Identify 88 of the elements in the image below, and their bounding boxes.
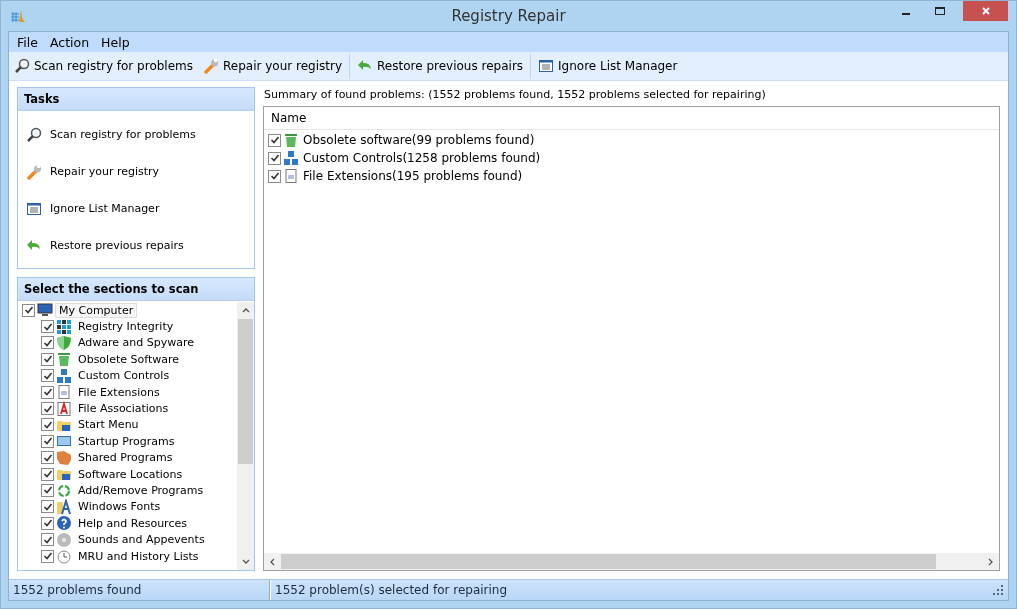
column-header[interactable]: Name bbox=[264, 107, 478, 129]
panel-header: Tasks bbox=[18, 88, 254, 111]
tree-item[interactable]: Custom Controls bbox=[74, 368, 174, 384]
status-text: 1552 problems found bbox=[9, 580, 270, 600]
tree-item[interactable]: Software Locations bbox=[74, 466, 187, 482]
maximize-icon bbox=[935, 6, 945, 16]
menu-item[interactable]: File bbox=[11, 34, 44, 50]
tree-item[interactable]: My Computer bbox=[55, 302, 138, 318]
checkbox[interactable] bbox=[41, 369, 54, 383]
tree-item[interactable]: Obsolete Software bbox=[74, 351, 183, 367]
checkbox[interactable] bbox=[41, 467, 54, 481]
checkbox[interactable] bbox=[41, 484, 54, 497]
close-icon bbox=[980, 6, 991, 16]
tree-item[interactable]: Sounds and Appevents bbox=[74, 532, 209, 548]
list-icon bbox=[538, 58, 555, 74]
panel-header: Select the sections to scan bbox=[18, 278, 254, 301]
help-icon bbox=[56, 515, 72, 532]
menu-item[interactable]: Help bbox=[95, 34, 136, 50]
magnifier-icon bbox=[26, 126, 42, 143]
tree-item[interactable]: Windows Fonts bbox=[74, 499, 165, 515]
checkbox[interactable] bbox=[41, 500, 54, 514]
toolbar-button[interactable]: Ignore List Manager bbox=[533, 53, 683, 79]
status-text: 1552 problem(s) selected for repairing bbox=[270, 580, 988, 600]
tiles-icon bbox=[56, 318, 72, 335]
list-icon bbox=[26, 200, 42, 217]
tree-item[interactable]: Startup Programs bbox=[74, 433, 179, 449]
letter-document-icon bbox=[56, 400, 72, 417]
tree-item[interactable]: Add/Remove Programs bbox=[74, 483, 208, 498]
tree-item[interactable]: MRU and History Lists bbox=[74, 548, 203, 564]
magnifier-icon bbox=[14, 58, 30, 74]
trash-can-icon bbox=[56, 351, 72, 368]
checkbox[interactable] bbox=[41, 434, 54, 448]
task-link[interactable]: Repair your registry bbox=[26, 153, 246, 190]
checkbox[interactable] bbox=[268, 133, 281, 147]
checkbox[interactable] bbox=[41, 336, 54, 350]
blocks-icon bbox=[283, 150, 299, 166]
recycle-icon bbox=[56, 482, 72, 499]
document-icon bbox=[283, 168, 299, 184]
tree-item[interactable]: Shared Programs bbox=[74, 450, 177, 466]
disc-icon bbox=[56, 531, 72, 548]
shield-icon bbox=[56, 334, 72, 351]
checkbox[interactable] bbox=[22, 303, 35, 317]
window-title: Registry Repair bbox=[451, 7, 566, 25]
problem-item[interactable]: Obsolete software(99 problems found) bbox=[301, 133, 535, 147]
checkbox[interactable] bbox=[41, 320, 54, 334]
toolbar-button[interactable]: Scan registry for problems bbox=[9, 53, 199, 79]
wrench-icon bbox=[203, 58, 220, 74]
tree-item[interactable]: File Associations bbox=[74, 401, 173, 417]
scroll-left-icon[interactable] bbox=[270, 557, 275, 566]
task-link[interactable]: Scan registry for problems bbox=[26, 116, 246, 153]
minimize-icon bbox=[902, 13, 910, 15]
horizontal-scrollbar[interactable] bbox=[264, 553, 999, 570]
task-link[interactable]: Ignore List Manager bbox=[26, 190, 246, 227]
scroll-down-icon[interactable] bbox=[241, 559, 250, 564]
task-link[interactable]: Restore previous repairs bbox=[26, 227, 246, 264]
checkbox[interactable] bbox=[268, 169, 281, 183]
checkbox[interactable] bbox=[41, 385, 54, 399]
checkbox[interactable] bbox=[41, 451, 54, 465]
toolbar-button[interactable]: Repair your registry bbox=[198, 53, 348, 79]
checkbox[interactable] bbox=[41, 516, 54, 530]
close-button[interactable] bbox=[963, 1, 1008, 21]
checkbox[interactable] bbox=[41, 352, 54, 366]
resize-grip-icon[interactable] bbox=[992, 584, 1004, 596]
checkbox[interactable] bbox=[268, 151, 281, 165]
checkbox[interactable] bbox=[41, 418, 54, 432]
summary-text: Summary of found problems: (1552 problems found, 1552 problems selected for repairing) bbox=[263, 87, 767, 103]
scroll-right-icon[interactable] bbox=[988, 557, 993, 566]
tree-item[interactable]: Help and Resources bbox=[74, 515, 191, 531]
toolbar-button[interactable]: Restore previous repairs bbox=[352, 53, 529, 79]
clock-icon bbox=[56, 548, 72, 565]
document-icon bbox=[56, 384, 72, 401]
monitor-icon bbox=[37, 302, 53, 319]
checkbox[interactable] bbox=[41, 549, 54, 563]
font-folder-icon bbox=[56, 498, 72, 515]
tree-item[interactable]: Adware and Spyware bbox=[74, 335, 199, 351]
scroll-up-icon[interactable] bbox=[241, 308, 250, 313]
wrench-icon bbox=[26, 163, 42, 180]
blocks-icon bbox=[56, 367, 72, 384]
tree-item[interactable]: File Extensions bbox=[74, 384, 164, 400]
tree-item[interactable]: Registry Integrity bbox=[74, 319, 178, 335]
tree-item[interactable]: Start Menu bbox=[74, 417, 143, 433]
checkbox[interactable] bbox=[41, 402, 54, 416]
problem-item[interactable]: Custom Controls(1258 problems found) bbox=[301, 151, 541, 165]
menu-item[interactable]: Action bbox=[43, 34, 96, 50]
trash-can-icon bbox=[283, 132, 299, 148]
problem-item[interactable]: File Extensions(195 problems found) bbox=[301, 169, 523, 183]
checkbox[interactable] bbox=[41, 533, 54, 547]
vertical-scrollbar[interactable] bbox=[237, 302, 254, 570]
